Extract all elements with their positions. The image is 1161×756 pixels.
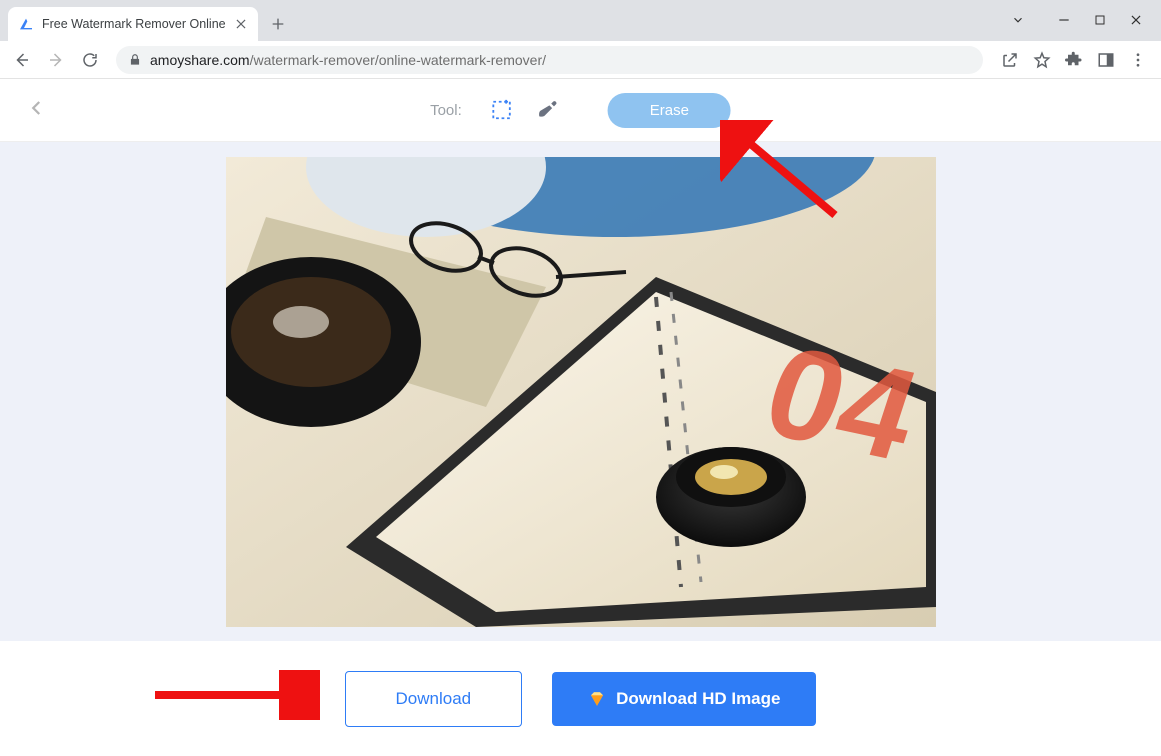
tool-label: Tool: [430, 102, 462, 119]
brush-tool-button[interactable] [536, 98, 560, 122]
app-toolbar: Tool: Erase [0, 79, 1161, 142]
nav-back-button[interactable] [8, 46, 36, 74]
window-maximize-button[interactable] [1093, 13, 1107, 27]
address-bar-row: amoyshare.com/watermark-remover/online-w… [0, 41, 1161, 79]
share-icon[interactable] [1001, 51, 1019, 69]
lock-icon [128, 53, 142, 67]
sidepanel-icon[interactable] [1097, 51, 1115, 69]
chevron-down-icon [1011, 12, 1025, 28]
app-back-button[interactable] [28, 95, 46, 126]
tab-search-button[interactable] [1011, 13, 1025, 27]
uploaded-image[interactable]: 04 [226, 157, 936, 627]
minimize-icon [1057, 13, 1071, 27]
diamond-icon [588, 690, 606, 708]
bookmark-star-icon[interactable] [1033, 51, 1051, 69]
site-favicon-icon [18, 16, 34, 32]
marquee-icon [491, 99, 513, 121]
browser-tab[interactable]: Free Watermark Remover Online [8, 7, 258, 41]
reload-icon [81, 51, 99, 69]
chevron-left-icon [28, 95, 46, 121]
download-hd-button[interactable]: Download HD Image [552, 672, 816, 726]
kebab-menu-icon[interactable] [1129, 51, 1147, 69]
tool-group: Tool: Erase [430, 93, 731, 128]
extensions-icon[interactable] [1065, 51, 1083, 69]
maximize-icon [1094, 14, 1106, 26]
nav-forward-button[interactable] [42, 46, 70, 74]
address-bar[interactable]: amoyshare.com/watermark-remover/online-w… [116, 46, 983, 74]
tab-title: Free Watermark Remover Online [42, 17, 226, 31]
brush-icon [537, 99, 559, 121]
arrow-right-icon [47, 51, 65, 69]
download-button[interactable]: Download [345, 671, 523, 727]
close-icon [1129, 13, 1143, 27]
nav-reload-button[interactable] [76, 46, 104, 74]
image-illustration: 04 [226, 157, 936, 627]
download-hd-label: Download HD Image [616, 689, 780, 709]
marquee-tool-button[interactable] [490, 98, 514, 122]
bottom-actions: Download Download HD Image [0, 641, 1161, 756]
window-minimize-button[interactable] [1057, 13, 1071, 27]
window-controls [993, 0, 1161, 40]
browser-tab-strip: Free Watermark Remover Online [0, 0, 1161, 41]
arrow-left-icon [13, 51, 31, 69]
erase-button[interactable]: Erase [608, 93, 731, 128]
new-tab-button[interactable] [264, 10, 292, 38]
canvas-area: 04 [0, 142, 1161, 641]
tab-close-icon[interactable] [234, 17, 248, 31]
address-actions [995, 51, 1153, 69]
plus-icon [270, 16, 286, 32]
window-close-button[interactable] [1129, 13, 1143, 27]
url-text: amoyshare.com/watermark-remover/online-w… [150, 52, 546, 68]
